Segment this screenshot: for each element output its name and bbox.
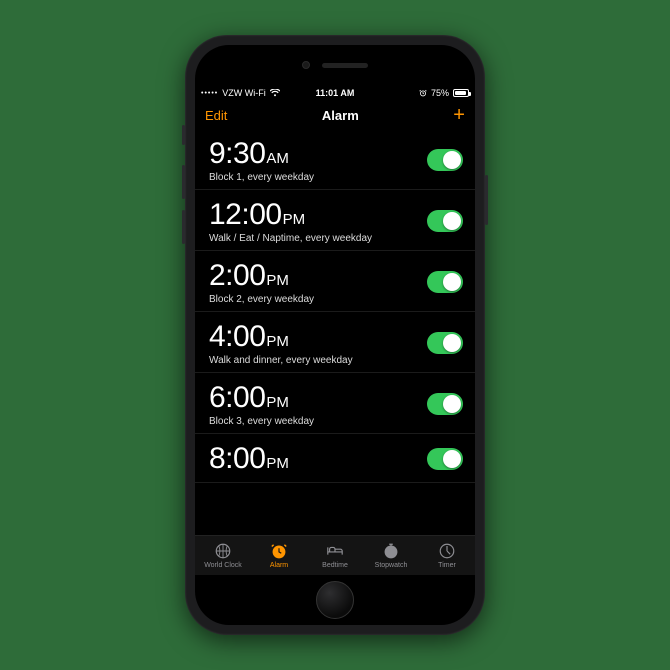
status-bar: ••••• VZW Wi-Fi 11:01 AM 75% xyxy=(195,85,475,101)
volume-up-button[interactable] xyxy=(182,165,185,199)
alarm-row[interactable]: 8:00PM xyxy=(195,434,475,483)
tab-stopwatch[interactable]: Stopwatch xyxy=(363,536,419,575)
volume-down-button[interactable] xyxy=(182,210,185,244)
globe-icon xyxy=(214,542,232,560)
alarm-row[interactable]: 2:00PMBlock 2, every weekday xyxy=(195,251,475,312)
add-alarm-button[interactable]: + xyxy=(453,105,465,125)
front-camera xyxy=(302,61,310,69)
home-button[interactable] xyxy=(316,581,354,619)
alarm-clock-icon xyxy=(270,542,288,560)
alarm-time-line: 6:00PM xyxy=(209,381,314,415)
alarm-ampm: PM xyxy=(266,455,289,472)
alarm-ampm: PM xyxy=(266,272,289,289)
alarm-row[interactable]: 6:00PMBlock 3, every weekday xyxy=(195,373,475,434)
alarm-desc: Block 3, every weekday xyxy=(209,416,314,427)
alarm-time: 6:00 xyxy=(209,381,265,415)
alarm-time-line: 2:00PM xyxy=(209,259,314,293)
alarm-toggle[interactable] xyxy=(427,149,463,171)
phone-bottom-bezel xyxy=(195,575,475,625)
alarm-toggle[interactable] xyxy=(427,448,463,470)
tab-label: Timer xyxy=(438,562,456,569)
page-title: Alarm xyxy=(322,108,359,123)
alarm-time: 9:30 xyxy=(209,137,265,171)
mute-switch[interactable] xyxy=(182,125,185,145)
nav-bar: Edit Alarm + xyxy=(195,101,475,129)
alarm-desc: Walk and dinner, every weekday xyxy=(209,355,353,366)
phone-body: ••••• VZW Wi-Fi 11:01 AM 75% Edit xyxy=(195,45,475,625)
timer-icon xyxy=(438,542,456,560)
screen: ••••• VZW Wi-Fi 11:01 AM 75% Edit xyxy=(195,85,475,575)
toggle-knob xyxy=(443,273,461,291)
status-time: 11:01 AM xyxy=(316,88,355,98)
tab-label: Bedtime xyxy=(322,562,348,569)
alarm-ampm: PM xyxy=(266,394,289,411)
alarm-desc: Block 1, every weekday xyxy=(209,172,314,183)
earpiece xyxy=(322,63,368,68)
alarm-time: 12:00 xyxy=(209,198,282,232)
alarm-desc: Walk / Eat / Naptime, every weekday xyxy=(209,233,372,244)
alarm-toggle[interactable] xyxy=(427,332,463,354)
toggle-knob xyxy=(443,151,461,169)
alarm-time-line: 12:00PM xyxy=(209,198,372,232)
power-button[interactable] xyxy=(485,175,488,225)
tab-label: Stopwatch xyxy=(375,562,408,569)
tab-world-clock[interactable]: World Clock xyxy=(195,536,251,575)
alarm-row[interactable]: 4:00PMWalk and dinner, every weekday xyxy=(195,312,475,373)
alarm-time: 4:00 xyxy=(209,320,265,354)
carrier-label: VZW Wi-Fi xyxy=(222,88,265,98)
alarm-info: 6:00PMBlock 3, every weekday xyxy=(209,381,314,427)
alarm-desc: Block 2, every weekday xyxy=(209,294,314,305)
alarm-status-icon xyxy=(419,89,427,97)
tab-alarm[interactable]: Alarm xyxy=(251,536,307,575)
tab-timer[interactable]: Timer xyxy=(419,536,475,575)
alarm-info: 12:00PMWalk / Eat / Naptime, every weekd… xyxy=(209,198,372,244)
alarm-row[interactable]: 12:00PMWalk / Eat / Naptime, every weekd… xyxy=(195,190,475,251)
battery-icon xyxy=(453,89,469,97)
toggle-knob xyxy=(443,334,461,352)
alarm-time: 2:00 xyxy=(209,259,265,293)
signal-strength-icon: ••••• xyxy=(201,90,218,97)
tab-bedtime[interactable]: Bedtime xyxy=(307,536,363,575)
alarm-time: 8:00 xyxy=(209,442,265,476)
tab-bar: World Clock Alarm Bedtime xyxy=(195,535,475,575)
alarm-info: 9:30AMBlock 1, every weekday xyxy=(209,137,314,183)
tab-label: Alarm xyxy=(270,562,288,569)
toggle-knob xyxy=(443,212,461,230)
stopwatch-icon xyxy=(382,542,400,560)
battery-pct-label: 75% xyxy=(431,88,449,98)
alarm-ampm: PM xyxy=(283,211,306,228)
tab-label: World Clock xyxy=(204,562,242,569)
alarm-toggle[interactable] xyxy=(427,210,463,232)
alarm-ampm: PM xyxy=(266,333,289,350)
alarm-row[interactable]: 9:30AMBlock 1, every weekday xyxy=(195,129,475,190)
alarm-info: 8:00PM xyxy=(209,442,289,476)
alarm-toggle[interactable] xyxy=(427,393,463,415)
alarm-toggle[interactable] xyxy=(427,271,463,293)
alarm-ampm: AM xyxy=(266,150,289,167)
alarm-time-line: 8:00PM xyxy=(209,442,289,476)
alarm-time-line: 4:00PM xyxy=(209,320,353,354)
toggle-knob xyxy=(443,450,461,468)
bed-icon xyxy=(326,542,344,560)
edit-button[interactable]: Edit xyxy=(205,108,227,123)
toggle-knob xyxy=(443,395,461,413)
wifi-icon xyxy=(270,89,280,97)
phone-frame: ••••• VZW Wi-Fi 11:01 AM 75% Edit xyxy=(185,35,485,635)
alarm-info: 2:00PMBlock 2, every weekday xyxy=(209,259,314,305)
alarm-info: 4:00PMWalk and dinner, every weekday xyxy=(209,320,353,366)
phone-top-bezel xyxy=(195,45,475,85)
alarm-list[interactable]: 9:30AMBlock 1, every weekday12:00PMWalk … xyxy=(195,129,475,535)
alarm-time-line: 9:30AM xyxy=(209,137,314,171)
